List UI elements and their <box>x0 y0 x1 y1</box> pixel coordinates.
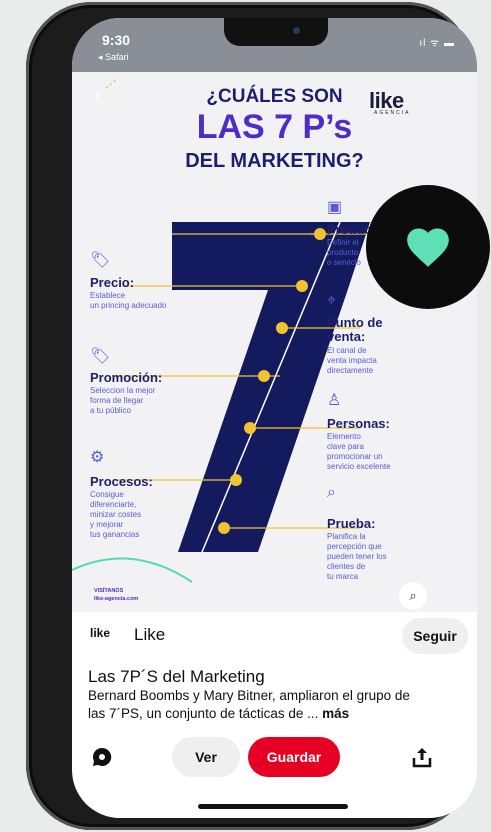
pin-title: Las 7P´S del Marketing <box>88 667 265 686</box>
home-indicator[interactable] <box>198 804 348 809</box>
desc-line: producto <box>327 248 359 257</box>
desc-line: El canal de <box>327 346 367 355</box>
promotion-tag-icon: 🏷 <box>90 348 111 365</box>
item-punto-venta-title: Punto de venta: <box>327 315 383 344</box>
creator-avatar[interactable]: like <box>90 626 110 640</box>
status-bar: 9:30 ◂ Safari ıl ᯤ ▬ <box>72 18 477 72</box>
desc-line: servicio excelente <box>327 462 391 471</box>
visual-search-icon[interactable]: ⌕ <box>399 582 427 610</box>
save-button[interactable]: Guardar <box>248 737 340 777</box>
item-prueba-title: Prueba: <box>327 516 376 531</box>
signal-wifi-battery-icons: ıl ᯤ ▬ <box>419 38 455 49</box>
infographic-title-line1: ¿CUÁLES SON <box>206 86 343 107</box>
heart-button[interactable] <box>366 185 490 309</box>
creator-row: like Like Seguir <box>90 618 468 654</box>
magnifier-icon: ⌕ <box>327 484 336 501</box>
desc-line: clientes de <box>327 562 366 571</box>
creator-name[interactable]: Like <box>134 625 165 645</box>
price-tag-icon: 🏷 <box>90 252 111 269</box>
desc-line: forma de llegar <box>90 396 144 405</box>
infographic-title-line3: DEL MARKETING? <box>185 150 364 172</box>
item-producto-desc: Definir el producto o servicio <box>327 238 361 268</box>
person-icon: ♙ <box>327 392 342 409</box>
desc-line: Elemento <box>327 432 361 441</box>
item-promocion-title: Promoción: <box>90 370 163 385</box>
gear-icon: ⚙ <box>90 449 105 466</box>
desc-line: diferenciarte, <box>90 500 137 509</box>
desc-line: Consigue <box>90 490 124 499</box>
comment-icon[interactable] <box>90 745 114 769</box>
desc-line: promocionar un <box>327 452 383 461</box>
desc-line: y mejorar <box>90 520 124 529</box>
desc-line: Establece <box>90 291 126 300</box>
status-time: 9:30 <box>102 32 131 48</box>
infographic-title-line2: LAS 7 P’s <box>196 108 353 146</box>
product-box-icon: ▣ <box>327 199 343 216</box>
visit-line1: VISÍTANOS <box>94 588 124 594</box>
desc-line: percepción que <box>327 542 382 551</box>
phone-screen: 9:30 ◂ Safari ıl ᯤ ▬ ‹ like AGENCIA ¿CUÁ… <box>72 18 477 818</box>
camera-dot <box>293 27 300 34</box>
desc-line: minizar costes <box>90 510 142 519</box>
item-prueba-desc: Planifica la percepción que pueden tener… <box>327 532 387 582</box>
visit-line2: like-agencia.com <box>94 596 139 602</box>
pin-description: Bernard Boombs y Mary Bitner, ampliaron … <box>88 687 428 723</box>
desc-line: un princing adecuado <box>90 301 167 310</box>
pin-description-text: Bernard Boombs y Mary Bitner, ampliaron … <box>88 688 410 721</box>
back-to-safari-link[interactable]: ◂ Safari <box>98 52 129 63</box>
more-link[interactable]: más <box>322 706 349 721</box>
desc-line: a tu público <box>90 406 131 415</box>
action-bar: Ver Guardar <box>72 733 477 783</box>
desc-line: o servicio <box>327 258 361 267</box>
item-precio-title: Precio: <box>90 275 135 290</box>
item-personas-desc: Elemento clave para promocionar un servi… <box>327 432 391 472</box>
desc-line: clave para <box>327 442 364 451</box>
item-precio-desc: Establece un princing adecuado <box>90 291 167 311</box>
desc-line: tu marca <box>327 572 359 581</box>
phone-frame: 9:30 ◂ Safari ıl ᯤ ▬ ‹ like AGENCIA ¿CUÁ… <box>26 2 477 830</box>
item-procesos-title: Procesos: <box>90 474 153 489</box>
desc-line: Definir el <box>327 238 359 247</box>
item-procesos-desc: Consigue diferenciarte, minizar costes y… <box>90 490 141 540</box>
item-promocion-desc: Seleccion la mejor forma de llegar a tu … <box>90 386 155 416</box>
heart-icon <box>407 228 449 267</box>
visit-website-text: VISÍTANOS like-agencia.com <box>94 587 138 603</box>
desc-line: directamente <box>327 366 374 375</box>
desc-line: pueden tener los <box>327 552 387 561</box>
item-personas-title: Personas: <box>327 416 390 431</box>
share-icon[interactable] <box>410 745 434 769</box>
follow-button[interactable]: Seguir <box>402 618 468 654</box>
item-punto-venta-desc: El canal de venta impacta directamente <box>327 346 377 376</box>
pin-image[interactable]: ‹ like AGENCIA ¿CUÁLES SON LAS 7 P’s DEL… <box>72 72 477 612</box>
map-pin-icon: ⌖ <box>327 292 337 309</box>
desc-line: tus ganancias <box>90 530 140 539</box>
desc-line: Seleccion la mejor <box>90 386 156 395</box>
desc-line: Planifica la <box>327 532 366 541</box>
view-button[interactable]: Ver <box>172 737 240 777</box>
notch <box>224 18 328 46</box>
desc-line: venta impacta <box>327 356 377 365</box>
